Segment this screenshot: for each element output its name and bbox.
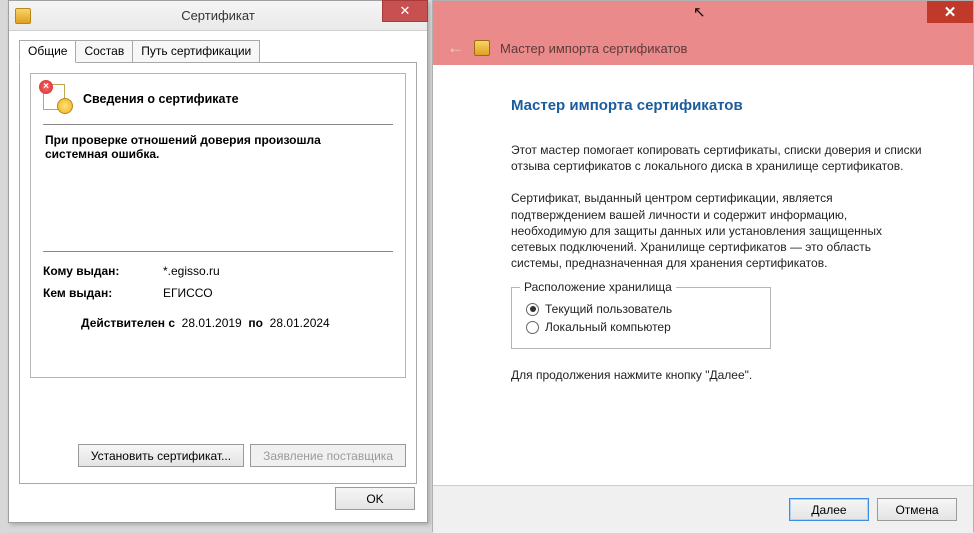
wizard-heading: Мастер импорта сертификатов (511, 97, 925, 114)
separator: Кому выдан: *.egisso.ru Кем выдан: ЕГИСС… (43, 251, 393, 330)
wizard-header: ← Мастер импорта сертификатов (433, 31, 973, 65)
cert-info-caption: Сведения о сертификате (83, 92, 239, 106)
field-validity: Действителен с 28.01.2019 по 28.01.2024 (43, 316, 393, 330)
close-icon: ✕ (944, 3, 957, 21)
cancel-button[interactable]: Отмена (877, 498, 957, 521)
wizard-footer: Далее Отмена (433, 485, 973, 533)
shield-icon (474, 40, 490, 56)
wizard-window: ↖ ✕ ← Мастер импорта сертификатов Мастер… (432, 0, 974, 532)
radio-current-user[interactable]: Текущий пользователь (526, 302, 756, 316)
issued-to-value: *.egisso.ru (163, 264, 220, 278)
panel-buttons: Установить сертификат... Заявление поста… (78, 444, 406, 467)
radio-icon (526, 321, 539, 334)
tab-panel-general: × Сведения о сертификате При проверке от… (19, 62, 417, 484)
issued-by-label: Кем выдан: (43, 286, 163, 300)
field-issued-by: Кем выдан: ЕГИССО (43, 286, 393, 300)
wizard-close-button[interactable]: ✕ (927, 1, 973, 23)
field-issued-to: Кому выдан: *.egisso.ru (43, 264, 393, 278)
back-arrow-icon[interactable]: ← (447, 38, 464, 58)
certificate-error-icon: × (43, 84, 73, 114)
wizard-intro-1: Этот мастер помогает копировать сертифик… (511, 142, 925, 174)
store-location-group: Расположение хранилища Текущий пользоват… (511, 287, 771, 349)
cert-body: Общие Состав Путь сертификации × Сведени… (9, 31, 427, 494)
cert-close-button[interactable]: ✕ (382, 0, 428, 22)
install-certificate-button[interactable]: Установить сертификат... (78, 444, 244, 467)
radio-icon (526, 303, 539, 316)
vendor-statement-button: Заявление поставщика (250, 444, 406, 467)
wizard-intro-2: Сертификат, выданный центром сертификаци… (511, 190, 925, 271)
radio-local-computer[interactable]: Локальный компьютер (526, 320, 756, 334)
group-legend: Расположение хранилища (520, 280, 676, 294)
wizard-content: Мастер импорта сертификатов Этот мастер … (433, 65, 973, 485)
cert-footer: OK (335, 487, 415, 510)
wizard-continue-hint: Для продолжения нажмите кнопку "Далее". (511, 367, 925, 383)
issued-to-label: Кому выдан: (43, 264, 163, 278)
cert-info-header: × Сведения о сертификате (43, 84, 393, 125)
next-button[interactable]: Далее (789, 498, 869, 521)
radio-local-computer-label: Локальный компьютер (545, 320, 671, 334)
cert-tabstrip: Общие Состав Путь сертификации (19, 39, 417, 62)
tab-certpath[interactable]: Путь сертификации (132, 40, 260, 63)
tab-details[interactable]: Состав (75, 40, 133, 63)
tab-general[interactable]: Общие (19, 40, 76, 63)
wizard-breadcrumb: Мастер импорта сертификатов (500, 41, 687, 56)
ok-button[interactable]: OK (335, 487, 415, 510)
cert-titlebar[interactable]: Сертификат ✕ (9, 1, 427, 31)
wizard-titlebar[interactable]: ↖ ✕ (433, 1, 973, 31)
radio-current-user-label: Текущий пользователь (545, 302, 672, 316)
cursor-icon: ↖ (693, 3, 706, 21)
close-icon: ✕ (400, 3, 411, 19)
certificate-window: Сертификат ✕ Общие Состав Путь сертифика… (8, 0, 428, 523)
issued-by-value: ЕГИССО (163, 286, 213, 300)
certificate-info-box: × Сведения о сертификате При проверке от… (30, 73, 406, 378)
cert-error-message: При проверке отношений доверия произошла… (45, 133, 393, 161)
cert-window-title: Сертификат (9, 8, 427, 23)
